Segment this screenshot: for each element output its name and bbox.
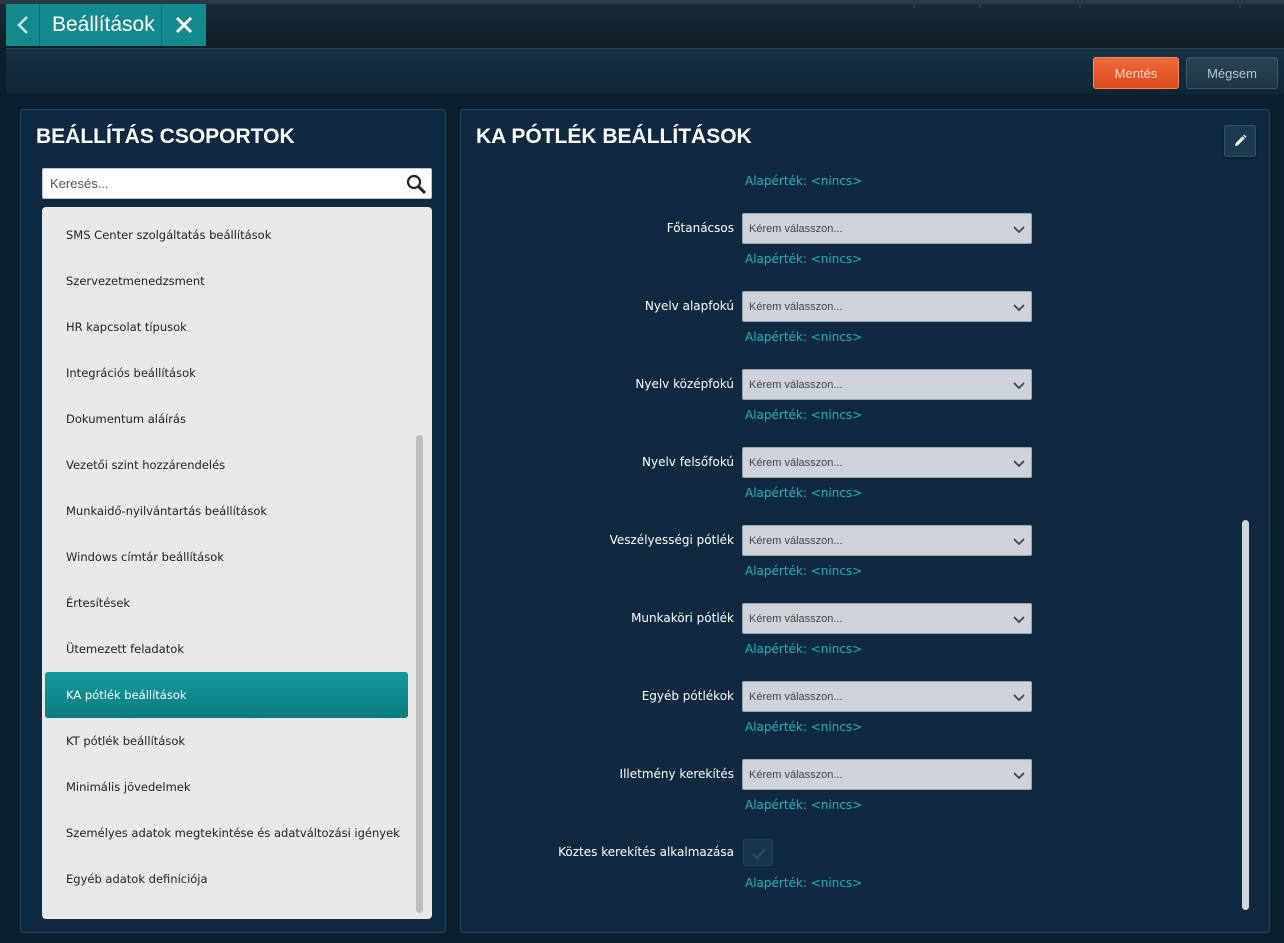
default-value: Alapérték: <nincs> (745, 564, 863, 578)
default-value: Alapérték: <nincs> (745, 330, 863, 344)
list-item[interactable]: HR kapcsolat típusok (45, 304, 408, 350)
panel-title: BEÁLLÍTÁS CSOPORTOK (36, 125, 295, 148)
list-item[interactable]: Értesítések (45, 580, 408, 626)
select-placeholder: Kérem válasszon... (749, 534, 843, 547)
panel-title: KA PÓTLÉK BEÁLLÍTÁSOK (476, 125, 752, 148)
field-label: Köztes kerekítés alkalmazása (558, 845, 734, 859)
list-item[interactable]: SMS Center szolgáltatás beállítások (45, 212, 408, 258)
select-dropdown[interactable]: Kérem válasszon... (742, 759, 1032, 790)
select-dropdown[interactable]: Kérem válasszon... (742, 291, 1032, 322)
list-item[interactable]: Szervezetmenedzsment (45, 258, 408, 304)
select-dropdown[interactable]: Kérem válasszon... (742, 213, 1032, 244)
chevron-down-icon (1013, 538, 1025, 546)
list-item[interactable]: Ütemezett feladatok (45, 626, 408, 672)
select-dropdown[interactable]: Kérem válasszon... (742, 525, 1032, 556)
select-placeholder: Kérem válasszon... (749, 222, 843, 235)
edit-button[interactable] (1224, 125, 1256, 157)
chevron-down-icon (1013, 616, 1025, 624)
select-placeholder: Kérem válasszon... (749, 378, 843, 391)
default-value: Alapérték: <nincs> (745, 408, 863, 422)
select-dropdown[interactable]: Kérem válasszon... (742, 681, 1032, 712)
field-label: Nyelv felsőfokú (642, 455, 734, 469)
select-placeholder: Kérem válasszon... (749, 612, 843, 625)
field-label: Főtanácsos (666, 221, 734, 235)
chevron-down-icon (1013, 460, 1025, 468)
cancel-button[interactable]: Mégsem (1186, 57, 1278, 89)
default-value: Alapérték: <nincs> (745, 720, 863, 734)
default-value: Alapérték: <nincs> (745, 252, 863, 266)
settings-group-list: SMS Center szolgáltatás beállítások Szer… (42, 207, 432, 919)
close-icon (176, 17, 192, 33)
select-dropdown[interactable]: Kérem válasszon... (742, 369, 1032, 400)
default-value: Alapérték: <nincs> (745, 174, 863, 188)
field-label: Veszélyességi pótlék (609, 533, 734, 547)
list-item-active[interactable]: KA pótlék beállítások (45, 672, 408, 718)
chevron-down-icon (1013, 694, 1025, 702)
chevron-down-icon (1013, 772, 1025, 780)
field-label: Egyéb pótlékok (641, 689, 734, 703)
save-button[interactable]: Mentés (1093, 57, 1179, 89)
list-item[interactable]: Vezetői szint hozzárendelés (45, 442, 408, 488)
select-placeholder: Kérem válasszon... (749, 768, 843, 781)
intermediate-rounding-checkbox[interactable] (743, 839, 773, 866)
select-placeholder: Kérem válasszon... (749, 690, 843, 703)
field-label: Nyelv alapfokú (644, 299, 734, 313)
select-placeholder: Kérem válasszon... (749, 300, 843, 313)
list-item[interactable]: Személyes adatok megtekintése és adatvál… (45, 810, 408, 856)
checkmark-icon (752, 848, 766, 860)
ka-allowance-settings-panel: KA PÓTLÉK BEÁLLÍTÁSOK Alapérték: <nincs>… (460, 109, 1270, 933)
close-tab-button[interactable] (161, 4, 206, 46)
search-icon[interactable] (405, 173, 427, 195)
default-value: Alapérték: <nincs> (745, 798, 863, 812)
field-label: Munkaköri pótlék (631, 611, 734, 625)
select-dropdown[interactable]: Kérem válasszon... (742, 447, 1032, 478)
select-placeholder: Kérem válasszon... (749, 456, 843, 469)
list-item[interactable]: KT pótlék beállítások (45, 718, 408, 764)
search-input[interactable] (43, 169, 398, 198)
topbar-decoration (913, 4, 1241, 8)
default-value: Alapérték: <nincs> (745, 486, 863, 500)
list-item[interactable]: Dokumentum aláírás (45, 396, 408, 442)
field-label: Illetmény kerekítés (619, 767, 734, 781)
panel-scrollbar[interactable] (1242, 520, 1249, 910)
list-item[interactable]: Minimális jövedelmek (45, 764, 408, 810)
list-scrollbar[interactable] (416, 435, 423, 913)
chevron-down-icon (1013, 304, 1025, 312)
list-item[interactable]: Munkaidő-nyilvántartás beállítások (45, 488, 408, 534)
search-box (42, 168, 432, 199)
field-label: Nyelv középfokú (635, 377, 734, 391)
default-value: Alapérték: <nincs> (745, 876, 863, 890)
chevron-down-icon (1013, 382, 1025, 390)
chevron-down-icon (1013, 226, 1025, 234)
chevron-left-icon (16, 16, 28, 34)
default-value: Alapérték: <nincs> (745, 642, 863, 656)
action-toolbar: Mentés Mégsem (6, 48, 1284, 94)
list-item[interactable]: Windows címtár beállítások (45, 534, 408, 580)
pencil-icon (1235, 134, 1247, 146)
select-dropdown[interactable]: Kérem válasszon... (742, 603, 1032, 634)
settings-groups-panel: BEÁLLÍTÁS CSOPORTOK SMS Center szolgálta… (20, 109, 446, 933)
settings-tab[interactable]: Beállítások (6, 4, 161, 46)
tab-title: Beállítások (52, 13, 155, 36)
list-item[interactable]: Integrációs beállítások (45, 350, 408, 396)
list-item[interactable]: Egyéb adatok definíciója (45, 856, 408, 902)
back-button[interactable] (6, 4, 40, 46)
